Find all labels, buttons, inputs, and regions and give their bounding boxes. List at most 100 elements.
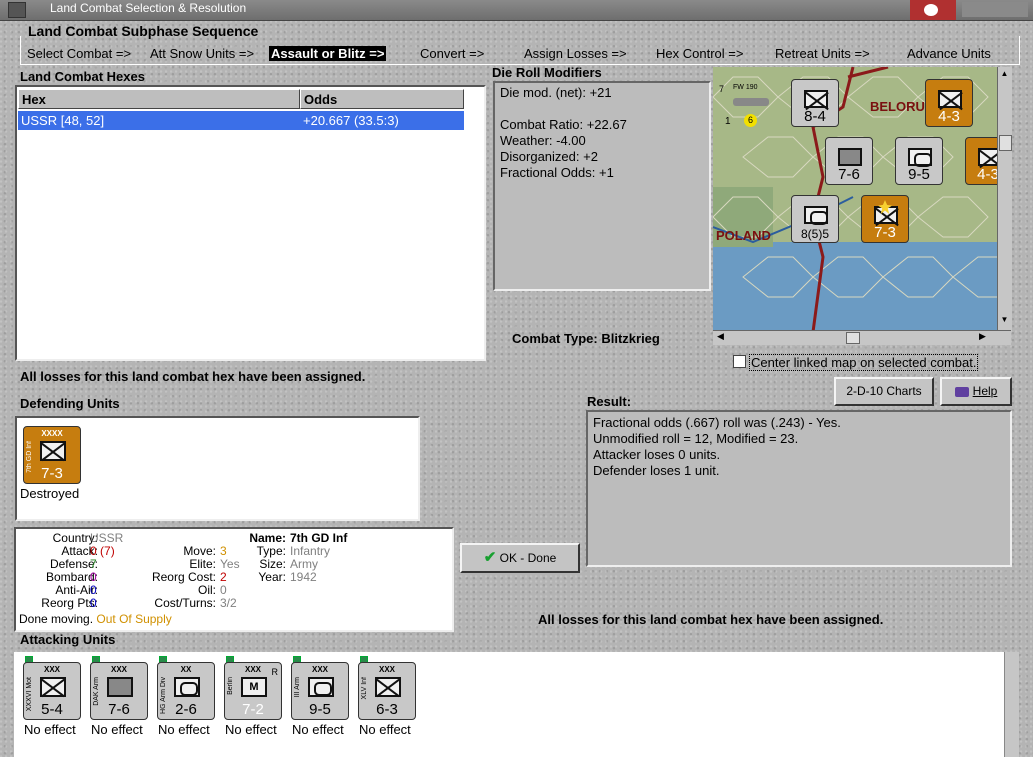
charts-button[interactable]: 2-D-10 Charts: [834, 377, 934, 406]
combat-type-value: Blitzkrieg: [601, 331, 660, 346]
defender-counter[interactable]: XXXX 7th GD Inf 7-3: [23, 426, 81, 484]
attacker-counter[interactable]: XXX III Arm 9-5: [291, 662, 349, 720]
odds-cell: +20.667 (33.5:3): [303, 113, 399, 128]
infantry-symbol-icon: [40, 677, 66, 697]
unit-symbol: [908, 148, 932, 167]
map-view[interactable]: BELORU POLAND 7 FW 190 1 6 8-4 4-3 7-6 9…: [713, 67, 1011, 332]
attacking-title: Attacking Units: [20, 632, 116, 647]
year-value: 1942: [290, 570, 317, 584]
combat-type-label: Combat Type:: [512, 331, 598, 346]
result-panel: Fractional odds (.667) roll was (.243) -…: [586, 410, 1012, 567]
col-hex[interactable]: Hex: [18, 89, 300, 109]
done-moving-row: Done moving. Out Of Supply: [19, 612, 172, 626]
vscroll-thumb[interactable]: [999, 135, 1012, 151]
scroll-left-arrow[interactable]: ◀: [717, 331, 724, 342]
ok-done-button[interactable]: ✔ OK - Done: [460, 543, 580, 573]
armor-symbol-icon: [174, 677, 200, 697]
unit-size: XXX: [378, 665, 395, 674]
unit-name: XLV Inf: [361, 677, 368, 700]
result-title: Result:: [587, 394, 632, 409]
window-title: Land Combat Selection & Resolution: [50, 1, 247, 15]
step-convert: Convert =>: [420, 46, 485, 61]
info-col3-labels: Name: Type: Size: Year:: [236, 532, 286, 584]
counter-value: 4-3: [938, 108, 960, 125]
scroll-up-arrow[interactable]: ▲: [999, 69, 1010, 80]
map-counter[interactable]: 8-4: [791, 79, 839, 127]
mod-ratio: Combat Ratio: +22.67: [500, 117, 627, 132]
window-controls[interactable]: [962, 2, 1028, 17]
supply-status: Out Of Supply: [96, 612, 172, 626]
info-col1-labels: Country: Attack: Defense: Bombard: Anti-…: [30, 532, 98, 610]
unit-size: XXX: [110, 665, 127, 674]
attack-value: 0: [90, 544, 97, 558]
attacker-status: No effect: [158, 722, 210, 737]
unit-name: III Arm: [294, 677, 301, 698]
unit-value: 6-3: [376, 701, 398, 718]
map-counter[interactable]: 9-5: [895, 137, 943, 185]
modifiers-panel: Die mod. (net): +21 Combat Ratio: +22.67…: [493, 81, 711, 291]
unit-symbol: [938, 90, 962, 108]
attacker-status: No effect: [292, 722, 344, 737]
defending-title: Defending Units: [20, 396, 120, 411]
result-line: Defender loses 1 unit.: [593, 463, 720, 478]
attacker-counter[interactable]: XXX XLV Inf 6-3: [358, 662, 416, 720]
app-icon: [8, 2, 26, 18]
map-label-poland: POLAND: [716, 228, 771, 243]
defender-status: Destroyed: [20, 486, 80, 501]
map-counter[interactable]: 7-6: [825, 137, 873, 185]
reorg-label: Reorg Pts:: [41, 596, 98, 610]
map-counter[interactable]: 8(5)5: [791, 195, 839, 243]
step-assign-losses: Assign Losses =>: [524, 46, 627, 61]
unit-size: XXX: [43, 665, 60, 674]
map-hscroll[interactable]: ◀ ▶: [713, 330, 1011, 345]
result-line: Unmodified roll = 12, Modified = 23.: [593, 431, 799, 446]
unit-symbol: [804, 206, 828, 225]
unit-value: 7-6: [108, 701, 130, 718]
attacker-counter[interactable]: XX HG Arm Div 2-6: [157, 662, 215, 720]
plane-top: 7: [719, 84, 725, 94]
plane-badge: 6: [744, 114, 757, 127]
unit-size: XX: [180, 665, 192, 674]
help-button[interactable]: Help: [940, 377, 1012, 406]
checkmark-icon: ✔: [483, 549, 497, 566]
counter-value: 8(5)5: [800, 227, 829, 241]
attacking-panel: XXX XXXVI Mot 5-4 No effect XXX DAK Arm …: [14, 652, 1019, 757]
center-map-checkbox[interactable]: [733, 355, 746, 368]
map-counter-selected[interactable]: 7-3: [861, 195, 909, 243]
hscroll-thumb[interactable]: [846, 332, 860, 344]
attacker-counter[interactable]: XXX Berlin R M 7-2: [224, 662, 282, 720]
unit-value: 2-6: [175, 701, 197, 718]
help-book-icon: [954, 386, 969, 397]
defending-panel: XXXX 7th GD Inf 7-3 Destroyed: [15, 416, 420, 521]
unit-extra: R: [271, 667, 279, 677]
done-label: Done moving.: [19, 612, 94, 626]
map-vscroll[interactable]: ▲ ▼: [997, 67, 1012, 332]
map-label-beloru: BELORU: [870, 99, 925, 114]
unit-size: XXX: [311, 665, 328, 674]
step-retreat: Retreat Units =>: [775, 46, 870, 61]
mod-net: Die mod. (net): +21: [500, 85, 612, 100]
attacker-status: No effect: [359, 722, 411, 737]
help-label: Help: [972, 384, 998, 398]
unit-value: 7-3: [41, 465, 63, 482]
attackers-vscroll[interactable]: [1004, 652, 1019, 757]
col-odds[interactable]: Odds: [300, 89, 464, 109]
attacker-counter[interactable]: XXX XXXVI Mot 5-4: [23, 662, 81, 720]
unit-name: Berlin: [227, 677, 234, 695]
combat-type: Combat Type: Blitzkrieg: [512, 331, 660, 346]
unit-value: 5-4: [41, 701, 63, 718]
map-counter[interactable]: 4-3: [925, 79, 973, 127]
scroll-down-arrow[interactable]: ▼: [999, 315, 1010, 326]
info-col1-values: USSR 0 (7) 7 0 0 0: [90, 532, 123, 610]
attacker-counter[interactable]: XXX DAK Arm 7-6: [90, 662, 148, 720]
year-label: Year:: [258, 570, 286, 584]
scroll-right-arrow[interactable]: ▶: [979, 331, 986, 342]
losses-message-bottom: All losses for this land combat hex have…: [538, 612, 884, 627]
step-assault-blitz-current: Assault or Blitz =>: [269, 46, 387, 61]
ok-label: OK - Done: [499, 551, 557, 565]
hex-row[interactable]: USSR [48, 52] +20.667 (33.5:3): [18, 111, 464, 130]
map-air-unit[interactable]: 7 FW 190 1 6: [717, 80, 787, 128]
center-map-label[interactable]: Center linked map on selected combat.: [749, 354, 979, 371]
mod-spacer: [500, 101, 627, 117]
title-bar: Land Combat Selection & Resolution: [0, 0, 1033, 21]
